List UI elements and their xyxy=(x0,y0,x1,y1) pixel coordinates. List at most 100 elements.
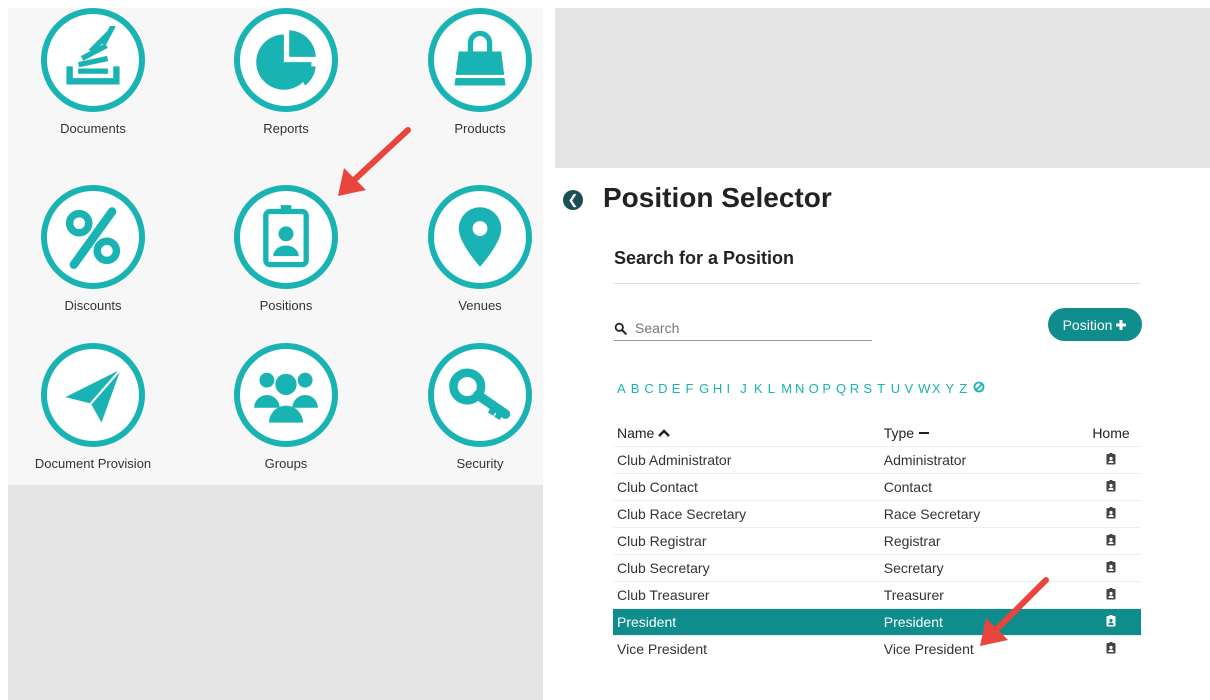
cell-type: Treasurer xyxy=(879,581,1081,609)
alpha-letter-d[interactable]: D xyxy=(658,381,672,396)
tile-label: Document Provision xyxy=(34,456,152,471)
tile-security[interactable]: Security xyxy=(390,343,570,471)
column-home: Home xyxy=(1092,425,1130,441)
tile-label: Security xyxy=(456,456,504,471)
stack-icon xyxy=(66,26,120,85)
tile-document-provision[interactable]: Document Provision xyxy=(3,343,183,471)
background-panel-bottom-left xyxy=(8,485,543,700)
cell-type: Vice President xyxy=(879,635,1081,662)
tile-label: Reports xyxy=(263,121,309,136)
alpha-letter-c[interactable]: C xyxy=(644,381,658,396)
cell-type: President xyxy=(879,608,1081,636)
cell-name: Vice President xyxy=(613,635,880,662)
cell-name: Club Registrar xyxy=(613,527,880,555)
alpha-letter-n[interactable]: N xyxy=(795,381,809,396)
table-row[interactable]: Club Contact Contact xyxy=(613,473,1141,501)
table-row[interactable]: President President xyxy=(613,608,1141,636)
table-row[interactable]: Club Secretary Secretary xyxy=(613,554,1141,582)
home-badge-icon[interactable] xyxy=(1081,446,1141,474)
table-row[interactable]: Vice President Vice President xyxy=(613,635,1141,662)
alpha-letter-v[interactable]: V xyxy=(904,381,918,396)
column-type[interactable]: Type xyxy=(880,420,1081,447)
section-subtitle: Search for a Position xyxy=(614,248,795,268)
alpha-letter-a[interactable]: A xyxy=(617,381,631,396)
tile-positions[interactable]: Positions xyxy=(196,185,376,313)
home-badge-icon[interactable] xyxy=(1081,554,1141,582)
background-panel-top-right xyxy=(555,8,1210,168)
alpha-letter-g[interactable]: G xyxy=(699,381,713,396)
alpha-letter-s[interactable]: S xyxy=(863,381,877,396)
alpha-letter-k[interactable]: K xyxy=(754,381,768,396)
divider xyxy=(614,283,1140,284)
home-badge-icon[interactable] xyxy=(1081,473,1141,501)
pie-chart-icon xyxy=(256,30,316,90)
home-badge-icon[interactable] xyxy=(1081,500,1141,528)
alpha-letter-w[interactable]: W xyxy=(918,381,932,396)
module-grid: Documents Reports Products Discounts Pos… xyxy=(8,8,543,485)
table-header: Name Type Home xyxy=(613,420,1141,447)
back-button[interactable]: ❮ xyxy=(563,190,583,210)
alpha-letter-h[interactable]: H xyxy=(713,381,727,396)
map-pin-icon xyxy=(458,207,502,267)
alpha-letter-f[interactable]: F xyxy=(685,381,699,396)
table-row[interactable]: Club Registrar Registrar xyxy=(613,527,1141,555)
alpha-letter-t[interactable]: T xyxy=(877,381,891,396)
alpha-letter-z[interactable]: Z xyxy=(959,381,973,396)
home-badge-icon[interactable] xyxy=(1081,527,1141,555)
clear-filter-icon[interactable] xyxy=(973,381,987,396)
plus-icon xyxy=(1116,319,1127,330)
alpha-letter-r[interactable]: R xyxy=(850,381,864,396)
cell-name: Club Treasurer xyxy=(613,581,880,609)
alpha-letter-y[interactable]: Y xyxy=(946,381,960,396)
cell-type: Administrator xyxy=(879,446,1081,474)
alpha-letter-p[interactable]: P xyxy=(822,381,836,396)
alpha-letter-o[interactable]: O xyxy=(809,381,823,396)
alpha-letter-b[interactable]: B xyxy=(631,381,645,396)
cell-name: Club Secretary xyxy=(613,554,880,582)
tile-venues[interactable]: Venues xyxy=(390,185,570,313)
home-badge-icon[interactable] xyxy=(1081,608,1141,636)
tile-reports[interactable]: Reports xyxy=(196,8,376,136)
sort-ascending-icon xyxy=(658,429,671,437)
home-badge-icon[interactable] xyxy=(1081,635,1141,662)
table-row[interactable]: Club Race Secretary Race Secretary xyxy=(613,500,1141,528)
cell-type: Registrar xyxy=(879,527,1081,555)
cell-type: Secretary xyxy=(879,554,1081,582)
alpha-letter-e[interactable]: E xyxy=(672,381,686,396)
cell-name: President xyxy=(613,608,880,636)
search-input[interactable] xyxy=(633,319,857,337)
tile-label: Positions xyxy=(259,298,313,313)
cell-name: Club Administrator xyxy=(613,446,880,474)
id-badge-icon xyxy=(263,205,309,268)
sort-none-icon xyxy=(918,432,929,434)
add-position-label: Position xyxy=(1062,316,1113,333)
table-row[interactable]: Club Treasurer Treasurer xyxy=(613,581,1141,609)
alpha-letter-x[interactable]: X xyxy=(932,381,946,396)
alpha-letter-m[interactable]: M xyxy=(781,381,795,396)
tile-products[interactable]: Products xyxy=(390,8,570,136)
tile-documents[interactable]: Documents xyxy=(3,8,183,136)
cell-type: Contact xyxy=(879,473,1081,501)
tile-discounts[interactable]: Discounts xyxy=(3,185,183,313)
tile-label: Venues xyxy=(458,298,502,313)
alpha-letter-l[interactable]: L xyxy=(768,381,782,396)
page-title: Position Selector xyxy=(603,182,832,213)
column-name[interactable]: Name xyxy=(613,420,880,447)
home-badge-icon[interactable] xyxy=(1081,581,1141,609)
tile-label: Products xyxy=(454,121,506,136)
position-selector-panel: ❮ Position Selector Search for a Positio… xyxy=(555,168,1210,700)
alpha-letter-q[interactable]: Q xyxy=(836,381,850,396)
alpha-letter-j[interactable]: J xyxy=(740,381,754,396)
positions-table: Name Type Home Club Administrator Adminis… xyxy=(613,420,1141,662)
table-row[interactable]: Club Administrator Administrator xyxy=(613,446,1141,474)
cell-name: Club Contact xyxy=(613,473,880,501)
alpha-letter-u[interactable]: U xyxy=(891,381,905,396)
search-field[interactable] xyxy=(614,316,872,341)
alphabet-filter: ABCDEFGHIJKLMNOPQRSTUVWXYZ xyxy=(617,381,987,396)
tile-groups[interactable]: Groups xyxy=(196,343,376,471)
users-icon xyxy=(254,372,318,423)
add-position-button[interactable]: Position xyxy=(1048,308,1142,341)
tile-label: Groups xyxy=(264,456,308,471)
tile-label: Documents xyxy=(60,121,126,136)
alpha-letter-i[interactable]: I xyxy=(727,381,741,396)
